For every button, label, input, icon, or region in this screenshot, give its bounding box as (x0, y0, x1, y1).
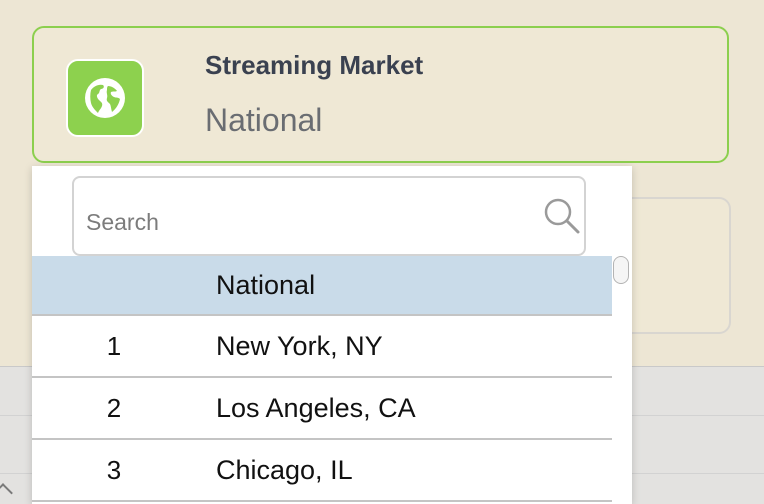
search-input[interactable] (86, 204, 526, 240)
globe-icon (85, 78, 125, 118)
list-item-national[interactable]: National (32, 256, 612, 316)
list-item[interactable]: 3 Chicago, IL (32, 440, 612, 502)
card-selected-value: National (205, 102, 323, 138)
streaming-market-card[interactable]: Streaming Market National (32, 26, 729, 163)
list-item-rank: 2 (106, 392, 122, 423)
list-item[interactable]: 1 New York, NY (32, 316, 612, 378)
list-item-rank: 3 (106, 454, 122, 485)
scrollbar-thumb[interactable] (613, 256, 629, 284)
list-item-label: New York, NY (216, 330, 383, 361)
search-field[interactable] (72, 176, 586, 256)
list-item[interactable]: 2 Los Angeles, CA (32, 378, 612, 440)
list-item-rank: 1 (106, 330, 122, 361)
card-title: Streaming Market (205, 50, 424, 80)
list-item-label: Los Angeles, CA (216, 392, 416, 423)
market-dropdown: National 1 New York, NY 2 Los Angeles, C… (32, 166, 632, 504)
market-list: National 1 New York, NY 2 Los Angeles, C… (32, 256, 612, 502)
search-icon[interactable] (542, 196, 582, 236)
list-item-rank (84, 256, 144, 314)
list-item-label: National (216, 269, 316, 300)
list-item-label: Chicago, IL (216, 454, 353, 485)
scrollbar[interactable] (612, 256, 632, 504)
globe-icon-tile (66, 59, 144, 137)
